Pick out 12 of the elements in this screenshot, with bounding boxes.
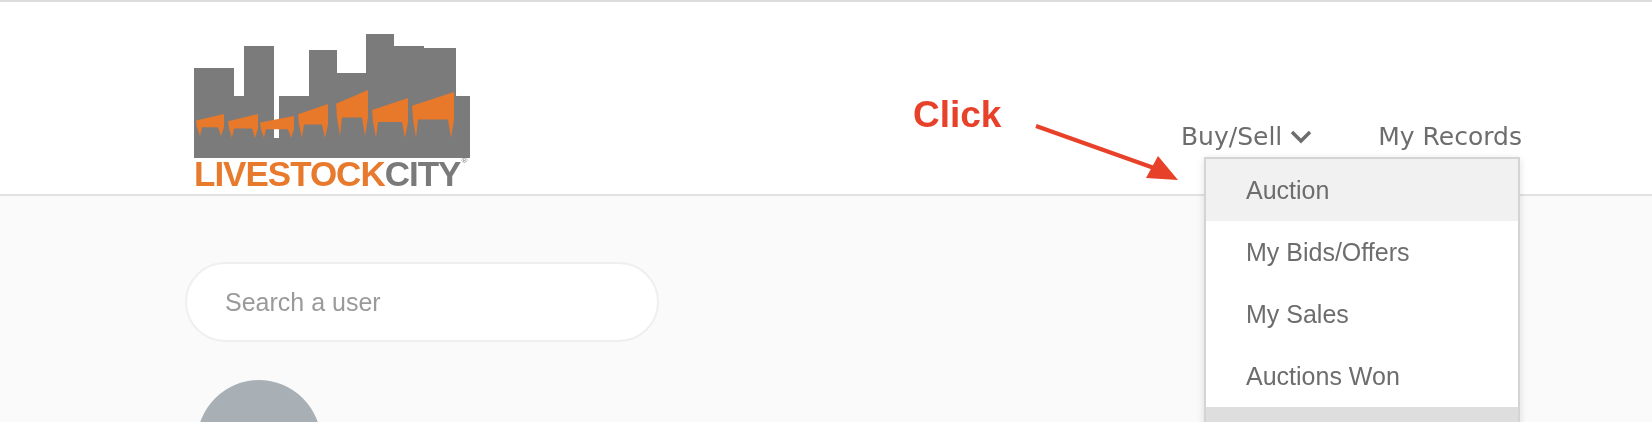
annotation-label: Click <box>913 94 1002 136</box>
nav-link[interactable]: My Records <box>1378 122 1522 151</box>
logo-wordmark: LIVESTOCK <box>194 156 385 191</box>
search-field[interactable]: Search a user <box>185 262 659 342</box>
logo-wordmark: CITY <box>384 156 461 191</box>
nav-link[interactable]: Buy/Sell <box>1180 122 1313 151</box>
menu-item[interactable]: Auctions Won <box>1206 345 1518 407</box>
menu-item[interactable]: My Bids/Offers <box>1206 221 1518 283</box>
menu-item[interactable]: Auction <box>1206 159 1518 221</box>
chevron-icon <box>1290 129 1313 144</box>
menu-item[interactable]: My Sales <box>1206 283 1518 345</box>
registered-mark: ® <box>461 156 468 165</box>
